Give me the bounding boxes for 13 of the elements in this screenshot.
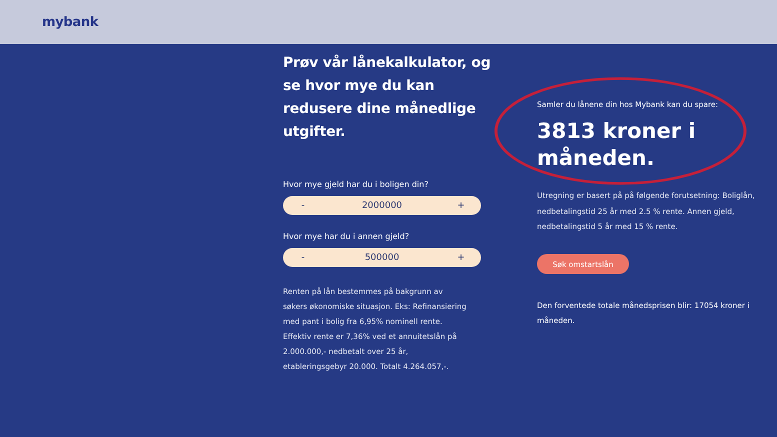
logo[interactable]: mybank (42, 14, 98, 30)
field-label: Hvor mye gjeld har du i boligen din? (283, 180, 430, 189)
amount-stepper[interactable]: - 500000 + (283, 248, 481, 267)
intro-heading: Prøv vår lånekalkulator, og se hvor mye du kan redusere dine månedlige utgifter. (283, 54, 492, 142)
decrease-button[interactable]: - (283, 252, 323, 262)
field-label: Hvor mye har du i annen gjeld? (283, 232, 410, 241)
savings-amount: 3813 kroner i måneden. (537, 118, 697, 172)
amount-input[interactable]: 500000 (323, 252, 441, 262)
amount-input[interactable]: 2000000 (323, 200, 441, 210)
amount-stepper[interactable]: - 2000000 + (283, 196, 481, 215)
increase-button[interactable]: + (441, 252, 481, 262)
decrease-button[interactable]: - (283, 200, 323, 210)
increase-button[interactable]: + (441, 200, 481, 210)
